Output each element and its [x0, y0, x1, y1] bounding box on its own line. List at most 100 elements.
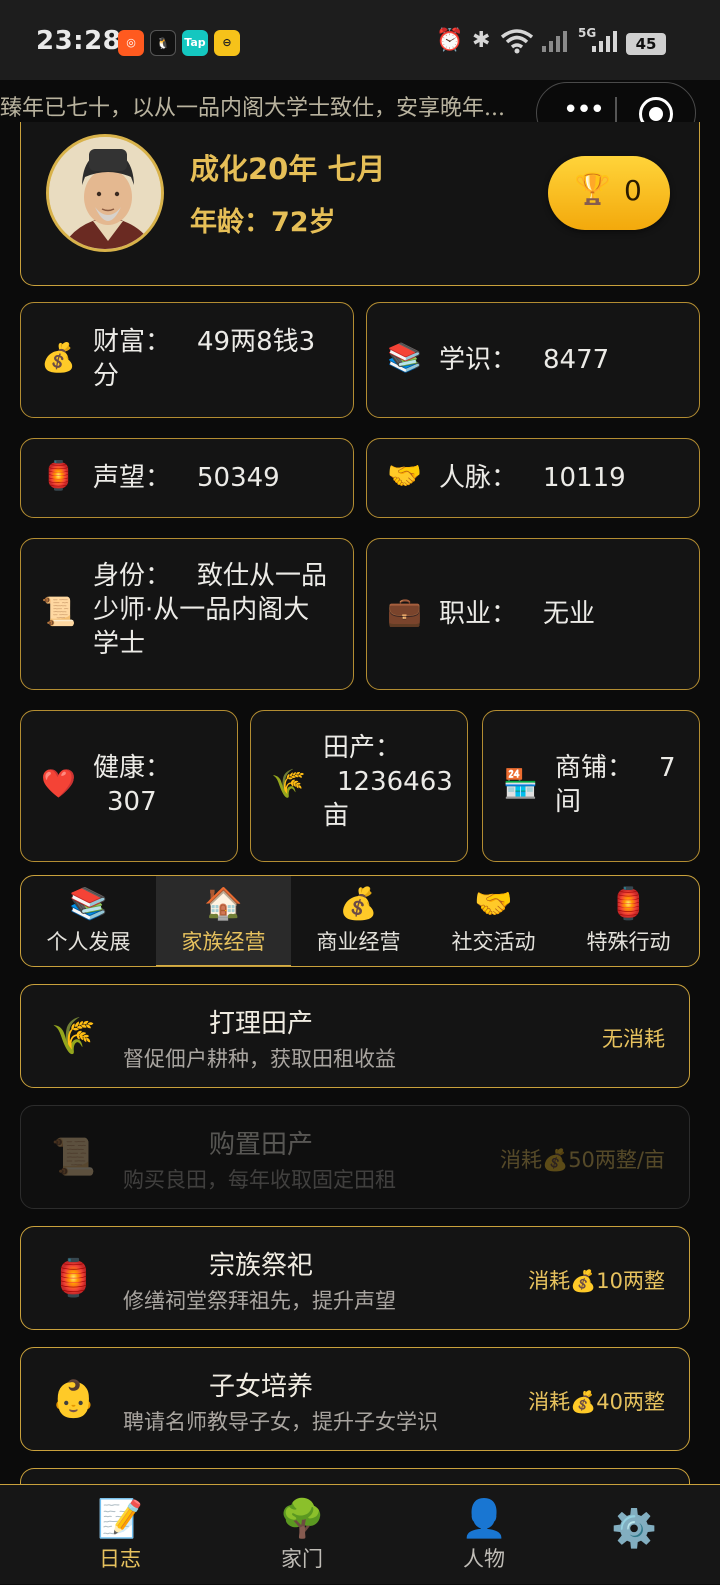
- store-icon: 🏪: [503, 767, 538, 800]
- stat-label: 健康：: [93, 753, 172, 783]
- stat-farmland: 田产： 1236463 亩: [323, 731, 469, 833]
- scroll-icon: 📜: [41, 595, 76, 628]
- nav-label: 家门: [281, 1547, 323, 1571]
- stat-label: 学识：: [439, 345, 518, 375]
- stat-identity: 身份： 致仕从一品少师·从一品内阁大 学士: [93, 559, 348, 661]
- action-title: 宗族祭祀: [208, 1251, 313, 1281]
- action-cost: 无消耗: [602, 1027, 665, 1051]
- briefcase-icon: 💼: [387, 595, 422, 628]
- stat-value: 50349: [197, 463, 280, 493]
- action-desc: 聘请名师教导子女，提升子女学识: [123, 1410, 438, 1434]
- trophy-count: 0: [624, 174, 642, 207]
- stat-label: 田产：: [323, 733, 402, 763]
- action-cost: 消耗💰10两整: [528, 1269, 665, 1293]
- nav-settings[interactable]: ⚙️: [544, 1485, 720, 1585]
- tab-business[interactable]: 💰 商业经营: [291, 876, 426, 966]
- lantern-icon: 🏮: [41, 459, 76, 492]
- stat-label: 职业：: [439, 599, 518, 629]
- stat-card-health: ❤️ 健康： 307: [20, 710, 238, 862]
- status-bar: 23:28 ◎ 🐧 Tap ⊖ ⏰ ✱ 5G 45: [0, 0, 720, 80]
- gear-icon: ⚙️: [610, 1507, 658, 1550]
- stat-label: 人脉：: [439, 463, 518, 493]
- wifi-icon: [500, 28, 534, 60]
- action-desc: 督促佃户耕种，获取田租收益: [123, 1047, 396, 1071]
- tab-family-management[interactable]: 🏠 家族经营: [156, 876, 291, 966]
- nav-family[interactable]: 🌳 家门: [212, 1485, 392, 1585]
- age-value: 72岁: [271, 207, 336, 238]
- action-cost: 消耗💰50两整/亩: [500, 1148, 665, 1172]
- identity-line2: 少师·从一品内阁大: [93, 595, 310, 625]
- qq-icon: 🐧: [150, 30, 176, 56]
- signal-icon: [540, 28, 570, 60]
- action-title: 子女培养: [208, 1372, 313, 1402]
- house-icon: 🏠: [204, 886, 243, 922]
- status-time: 23:28: [36, 26, 122, 56]
- action-ancestral-worship[interactable]: 🏮 宗族祭祀 修缮祠堂祭拜祖先，提升声望 消耗💰10两整: [20, 1226, 690, 1330]
- rice-icon: 🌾: [271, 767, 306, 800]
- age-display: 年龄：72岁: [190, 200, 336, 239]
- bluetooth-icon: ✱: [472, 28, 491, 53]
- action-buy-farmland[interactable]: 📜 购置田产 购买良田，每年收取固定田租 消耗💰50两整/亩: [20, 1105, 690, 1209]
- action-title: 购置田产: [208, 1130, 313, 1160]
- stat-label: 身份：: [93, 561, 172, 591]
- money-bag-icon: 💰: [41, 341, 76, 374]
- bottom-navigation: 📝 日志 🌳 家门 👤 人物 ⚙️: [0, 1484, 720, 1584]
- game-date: 成化20年 七月: [190, 152, 386, 186]
- tab-special-actions[interactable]: 🏮 特殊行动: [561, 876, 696, 966]
- stat-prestige: 声望： 50349: [93, 461, 280, 495]
- battery-icon: 45: [626, 33, 666, 55]
- stat-unit: 亩: [323, 801, 350, 831]
- stat-label: 商铺：: [555, 753, 634, 783]
- action-raise-children[interactable]: 👶 子女培养 聘请名师教导子女，提升子女学识 消耗💰40两整: [20, 1347, 690, 1451]
- avatar[interactable]: [46, 134, 164, 252]
- handshake-icon: 🤝: [387, 459, 422, 492]
- stat-card-occupation: 💼 职业： 无业: [366, 538, 700, 690]
- identity-line3: 学士: [93, 629, 146, 659]
- tab-label: 社交活动: [451, 930, 536, 954]
- more-icon[interactable]: •••: [563, 95, 605, 125]
- stat-value: 7: [659, 753, 676, 783]
- heart-icon: ❤️: [41, 767, 76, 800]
- achievement-button[interactable]: 🏆 0: [548, 156, 670, 230]
- books-icon: 📚: [387, 341, 422, 374]
- app-notification-icon: ◎: [118, 30, 144, 56]
- action-cost: 消耗💰40两整: [528, 1390, 665, 1414]
- stat-health: 健康： 307: [93, 751, 233, 819]
- nav-label: 日志: [99, 1547, 141, 1571]
- stat-label: 财富：: [93, 327, 172, 357]
- stat-card-shops: 🏪 商铺： 7 间: [482, 710, 700, 862]
- stat-card-connections: 🤝 人脉： 10119: [366, 438, 700, 518]
- taptap-icon: Tap: [182, 30, 208, 56]
- stat-value: 8477: [543, 345, 610, 375]
- trophy-icon: 🏆: [574, 172, 612, 207]
- action-manage-farmland[interactable]: 🌾 打理田产 督促佃户耕种，获取田租收益 无消耗: [20, 984, 690, 1088]
- tab-label: 家族经营: [181, 930, 266, 954]
- game-app-icon: ⊖: [214, 30, 240, 56]
- books-icon: 📚: [69, 886, 108, 922]
- stat-unit: 间: [555, 787, 582, 817]
- nav-log[interactable]: 📝 日志: [30, 1485, 210, 1585]
- stat-value: 307: [107, 787, 157, 817]
- identity-line1: 致仕从一品: [197, 561, 328, 591]
- stat-card-knowledge: 📚 学识： 8477: [366, 302, 700, 418]
- tab-personal-development[interactable]: 📚 个人发展: [21, 876, 156, 966]
- stat-value-cont: 分: [93, 361, 120, 391]
- stat-card-farmland: 🌾 田产： 1236463 亩: [250, 710, 468, 862]
- stat-value: 无业: [543, 599, 596, 629]
- tab-label: 商业经营: [316, 930, 401, 954]
- money-bag-icon: 💰: [339, 886, 378, 922]
- stat-occupation: 职业： 无业: [439, 597, 595, 631]
- stat-connections: 人脉： 10119: [439, 461, 626, 495]
- tab-social[interactable]: 🤝 社交活动: [426, 876, 561, 966]
- tree-icon: 🌳: [278, 1497, 326, 1540]
- category-tabs: 📚 个人发展 🏠 家族经营 💰 商业经营 🤝 社交活动 🏮 特殊行动: [20, 875, 700, 967]
- signal-5g-icon: [590, 28, 620, 60]
- handshake-icon: 🤝: [474, 886, 513, 922]
- action-desc: 修缮祠堂祭拜祖先，提升声望: [123, 1289, 396, 1313]
- stat-knowledge: 学识： 8477: [439, 343, 609, 377]
- stat-shops: 商铺： 7 间: [555, 751, 700, 819]
- lantern-icon: 🏮: [609, 886, 648, 922]
- stat-card-wealth: 💰 财富： 49两8钱3 分: [20, 302, 354, 418]
- tab-label: 特殊行动: [586, 930, 671, 954]
- marquee-text: 臻年已七十，以从一品内阁大学士致仕，安享晚年...: [0, 96, 505, 121]
